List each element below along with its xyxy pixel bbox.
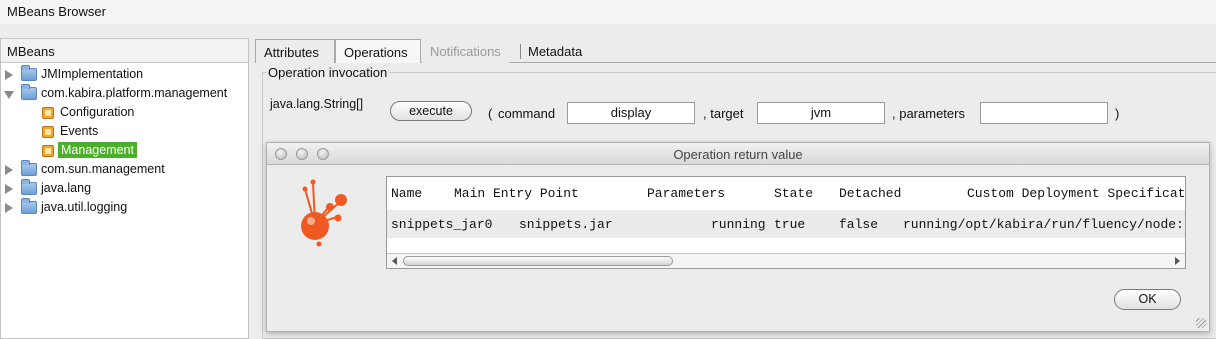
table-header: State [774,186,814,201]
tab-metadata[interactable]: Metadata [520,44,591,59]
return-value-table[interactable]: Name Main Entry Point Parameters State D… [386,176,1186,269]
mbean-icon [42,107,54,119]
tab-attributes[interactable]: Attributes [255,39,335,63]
target-field[interactable]: jvm [757,102,885,124]
command-field[interactable]: display [567,102,695,124]
tree-item-java-util-logging[interactable]: java.util.logging [1,198,248,217]
tab-bar: Attributes Operations Notifications Meta… [255,39,1216,63]
table-header: Detached [839,186,902,201]
tree-item-label: Events [60,124,99,138]
tab-operations[interactable]: Operations [335,39,421,63]
expand-arrow-icon[interactable] [5,203,13,213]
tab-notifications[interactable]: Notifications [422,39,509,63]
table-cell: true [774,217,806,232]
tree-item-events[interactable]: Events [1,122,248,141]
table-header: Parameters [647,186,726,201]
tree-item-com-kabira-platform-management[interactable]: com.kabira.platform.management [1,84,248,103]
folder-icon [21,160,37,176]
mbeans-tree-pane: MBeans JMImplementation com.kabira.platf… [0,38,249,339]
parameters-label: , parameters [892,106,965,121]
window-titlebar: MBeans Browser [0,0,1216,24]
expand-arrow-icon[interactable] [5,70,13,80]
kabira-logo-icon [301,179,347,247]
parameters-field[interactable] [980,102,1108,124]
return-type-label: java.lang.String[] [270,97,364,111]
return-value-dialog: Operation return value Name Main Entry P… [266,142,1210,332]
table-cell: snippets_jar0 [391,217,493,232]
resize-grip-icon[interactable] [1196,318,1206,328]
tree-item-com-sun-management[interactable]: com.sun.management [1,160,248,179]
tree-item-configuration[interactable]: Configuration [1,103,248,122]
target-label: , target [703,106,744,121]
horizontal-scrollbar[interactable] [387,253,1185,268]
close-paren: ) [1115,106,1120,121]
table-header-row: Name Main Entry Point Parameters State D… [387,177,1185,207]
tree-item-management[interactable]: Management [1,141,248,160]
expand-arrow-icon[interactable] [5,165,13,175]
dialog-titlebar: Operation return value [267,143,1209,165]
mbeans-header: MBeans [1,39,248,63]
tree-item-label-selected: Management [58,142,137,158]
table-header: Name [391,186,423,201]
dialog-title: Operation return value [673,147,803,162]
execute-button[interactable]: execute [390,101,472,121]
scroll-left-icon[interactable] [392,257,397,265]
tree-item-label: java.util.logging [41,200,128,214]
tree-item-java-lang[interactable]: java.lang [1,179,248,198]
tree-item-label: com.kabira.platform.management [41,86,228,100]
tree-item-label: java.lang [41,181,92,195]
tree-item-label: com.sun.management [41,162,165,176]
table-row[interactable]: snippets_jar0 snippets.jar running true … [387,210,1185,238]
folder-icon [21,84,37,100]
ok-button[interactable]: OK [1114,289,1181,310]
mbean-icon [42,145,54,157]
command-label: command [498,106,556,121]
folder-icon [21,65,37,81]
table-cell: running [711,217,766,232]
collapse-arrow-icon[interactable] [4,91,14,99]
window-title: MBeans Browser [7,4,106,19]
open-paren: ( [488,106,493,121]
table-cell: running/opt/kabira/run/fluency/node: [903,217,1184,232]
tree-item-label: JMImplementation [41,67,144,81]
expand-arrow-icon[interactable] [5,184,13,194]
table-header: Custom Deployment Specificat [967,186,1186,201]
tree-item-jmimplementation[interactable]: JMImplementation [1,65,248,84]
folder-icon [21,198,37,214]
scrollbar-thumb[interactable] [403,256,673,266]
table-cell: false [839,217,879,232]
table-cell: snippets.jar [519,217,613,232]
table-header: Main Entry Point [454,186,579,201]
group-title: Operation invocation [266,65,390,80]
folder-icon [21,179,37,195]
scroll-right-icon[interactable] [1175,257,1180,265]
mbean-icon [42,126,54,138]
tree-item-label: Configuration [60,105,135,119]
